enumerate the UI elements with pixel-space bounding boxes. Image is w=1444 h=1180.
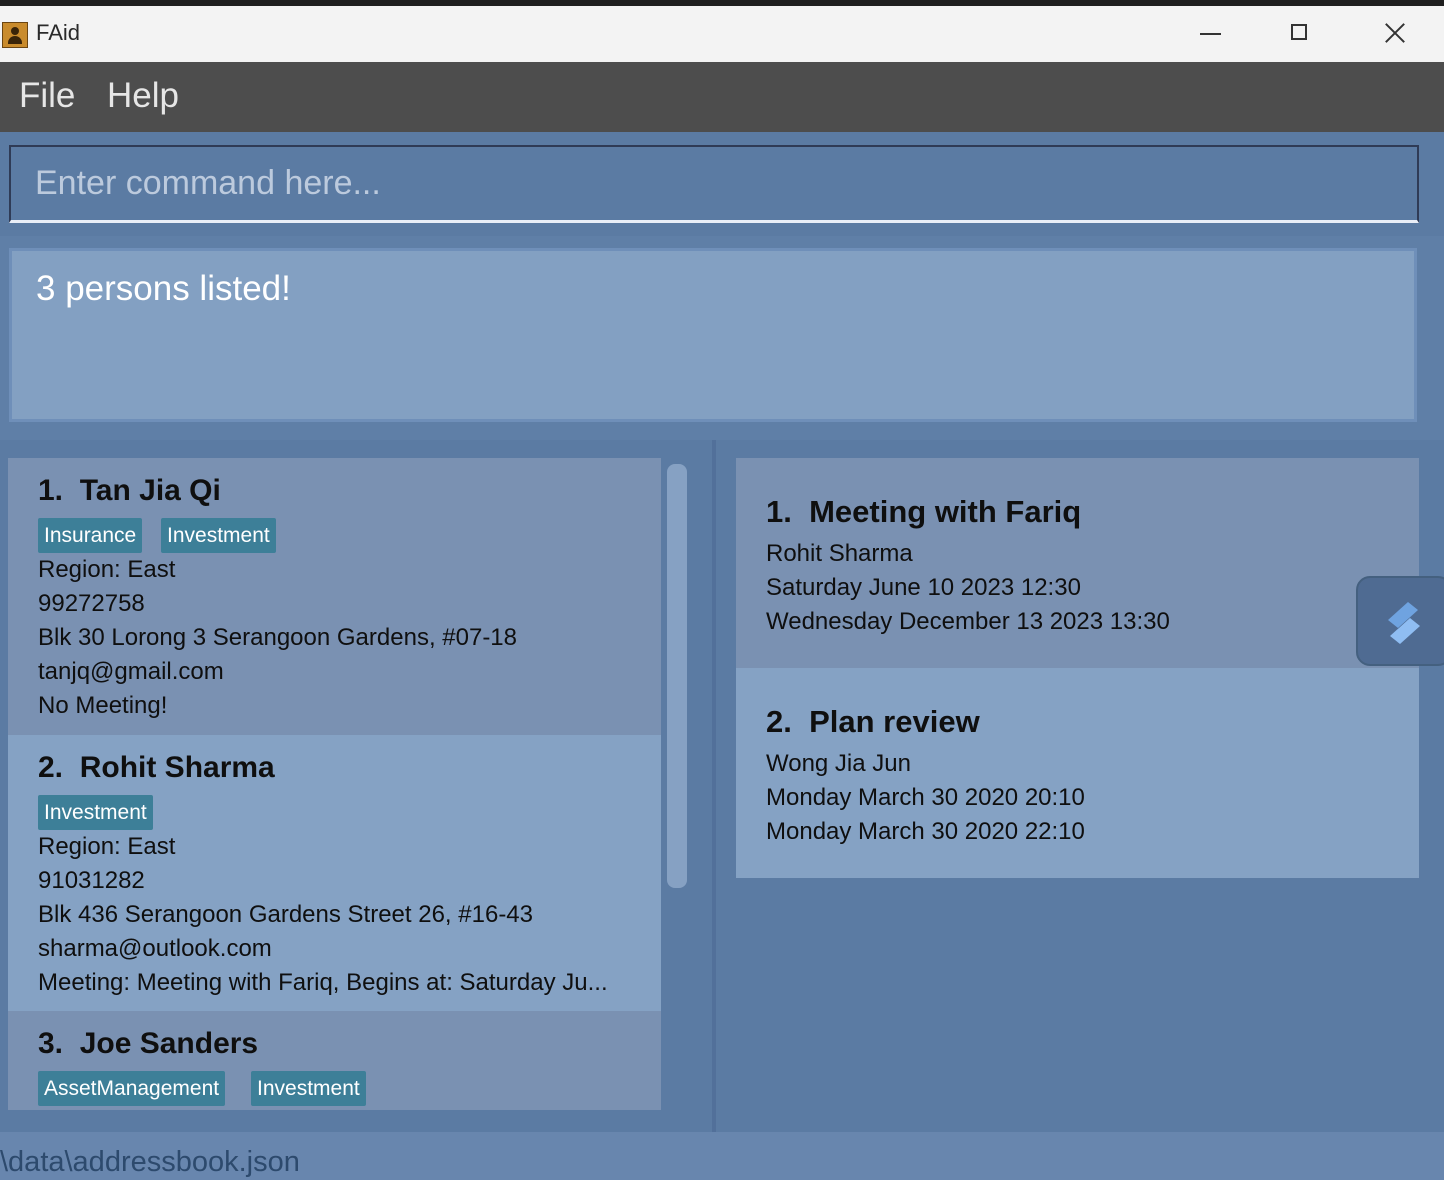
person-address: Blk 436 Serangoon Gardens Street 26, #16…	[38, 901, 533, 928]
meeting-card[interactable]: 1. Meeting with Fariq Rohit Sharma Satur…	[736, 458, 1419, 668]
person-card[interactable]: 2. Rohit Sharma Investment Region: East …	[8, 735, 661, 1011]
result-message: 3 persons listed!	[36, 269, 291, 308]
person-email: sharma@outlook.com	[38, 935, 272, 962]
person-card[interactable]: 1. Tan Jia Qi Insurance Investment Regio…	[8, 458, 661, 735]
tag-badge: Investment	[251, 1071, 366, 1106]
window-title: FAid	[36, 20, 81, 45]
meeting-start: Saturday June 10 2023 12:30	[766, 574, 1081, 601]
menu-help[interactable]: Help	[107, 76, 179, 116]
command-box-area	[0, 132, 1444, 236]
command-input[interactable]	[9, 145, 1419, 223]
person-email: tanjq@gmail.com	[38, 658, 224, 685]
person-list[interactable]: 1. Tan Jia Qi Insurance Investment Regio…	[8, 458, 661, 1110]
meeting-end: Wednesday December 13 2023 13:30	[766, 608, 1170, 635]
meeting-card[interactable]: 2. Plan review Wong Jia Jun Monday March…	[736, 668, 1419, 878]
meeting-title: 2. Plan review	[766, 704, 980, 739]
stylus-icon	[1388, 602, 1420, 644]
meeting-attendee: Rohit Sharma	[766, 540, 913, 567]
person-phone: 99272758	[38, 590, 145, 617]
person-list-panel: 1. Tan Jia Qi Insurance Investment Regio…	[0, 440, 712, 1132]
meeting-attendee: Wong Jia Jun	[766, 750, 911, 777]
meeting-start: Monday March 30 2020 20:10	[766, 784, 1085, 811]
person-list-scrollbar[interactable]	[667, 464, 687, 888]
scrollbar-thumb[interactable]	[667, 464, 687, 888]
tag-badge: Insurance	[38, 518, 143, 553]
menu-file[interactable]: File	[19, 76, 75, 116]
meeting-title: 1. Meeting with Fariq	[766, 494, 1082, 529]
save-location: \data\addressbook.json	[0, 1146, 300, 1178]
status-bar: \data\addressbook.json	[0, 1132, 1444, 1180]
result-display-area: 3 persons listed!	[0, 236, 1444, 440]
tag-badge: Investment	[161, 518, 276, 553]
maximize-button[interactable]	[1256, 6, 1346, 62]
result-display: 3 persons listed!	[9, 248, 1417, 422]
person-address: Blk 30 Lorong 3 Serangoon Gardens, #07-1…	[38, 624, 518, 651]
window-titlebar[interactable]: FAid	[0, 6, 1444, 62]
person-region: Region: East	[38, 556, 176, 583]
person-name: 1. Tan Jia Qi	[38, 474, 221, 507]
minimize-button[interactable]	[1165, 6, 1255, 62]
person-card[interactable]: 3. Joe Sanders AssetManagement Investmen…	[8, 1011, 661, 1110]
close-button[interactable]	[1348, 6, 1438, 62]
meeting-list-panel: 1. Meeting with Fariq Rohit Sharma Satur…	[716, 440, 1444, 1132]
person-phone: 91031282	[38, 867, 145, 894]
menu-bar: File Help	[0, 62, 1444, 132]
tag-badge: AssetManagement	[38, 1071, 226, 1106]
tag-badge: Investment	[38, 795, 153, 830]
person-meeting: Meeting: Meeting with Fariq, Begins at: …	[38, 969, 608, 996]
person-region: Region: East	[38, 833, 176, 860]
person-name: 3. Joe Sanders	[38, 1027, 259, 1060]
contacts-icon	[2, 22, 28, 48]
floating-widget[interactable]	[1356, 576, 1444, 666]
meeting-end: Monday March 30 2020 22:10	[766, 818, 1085, 845]
person-meeting: No Meeting!	[38, 692, 168, 719]
person-name: 2. Rohit Sharma	[38, 751, 275, 784]
